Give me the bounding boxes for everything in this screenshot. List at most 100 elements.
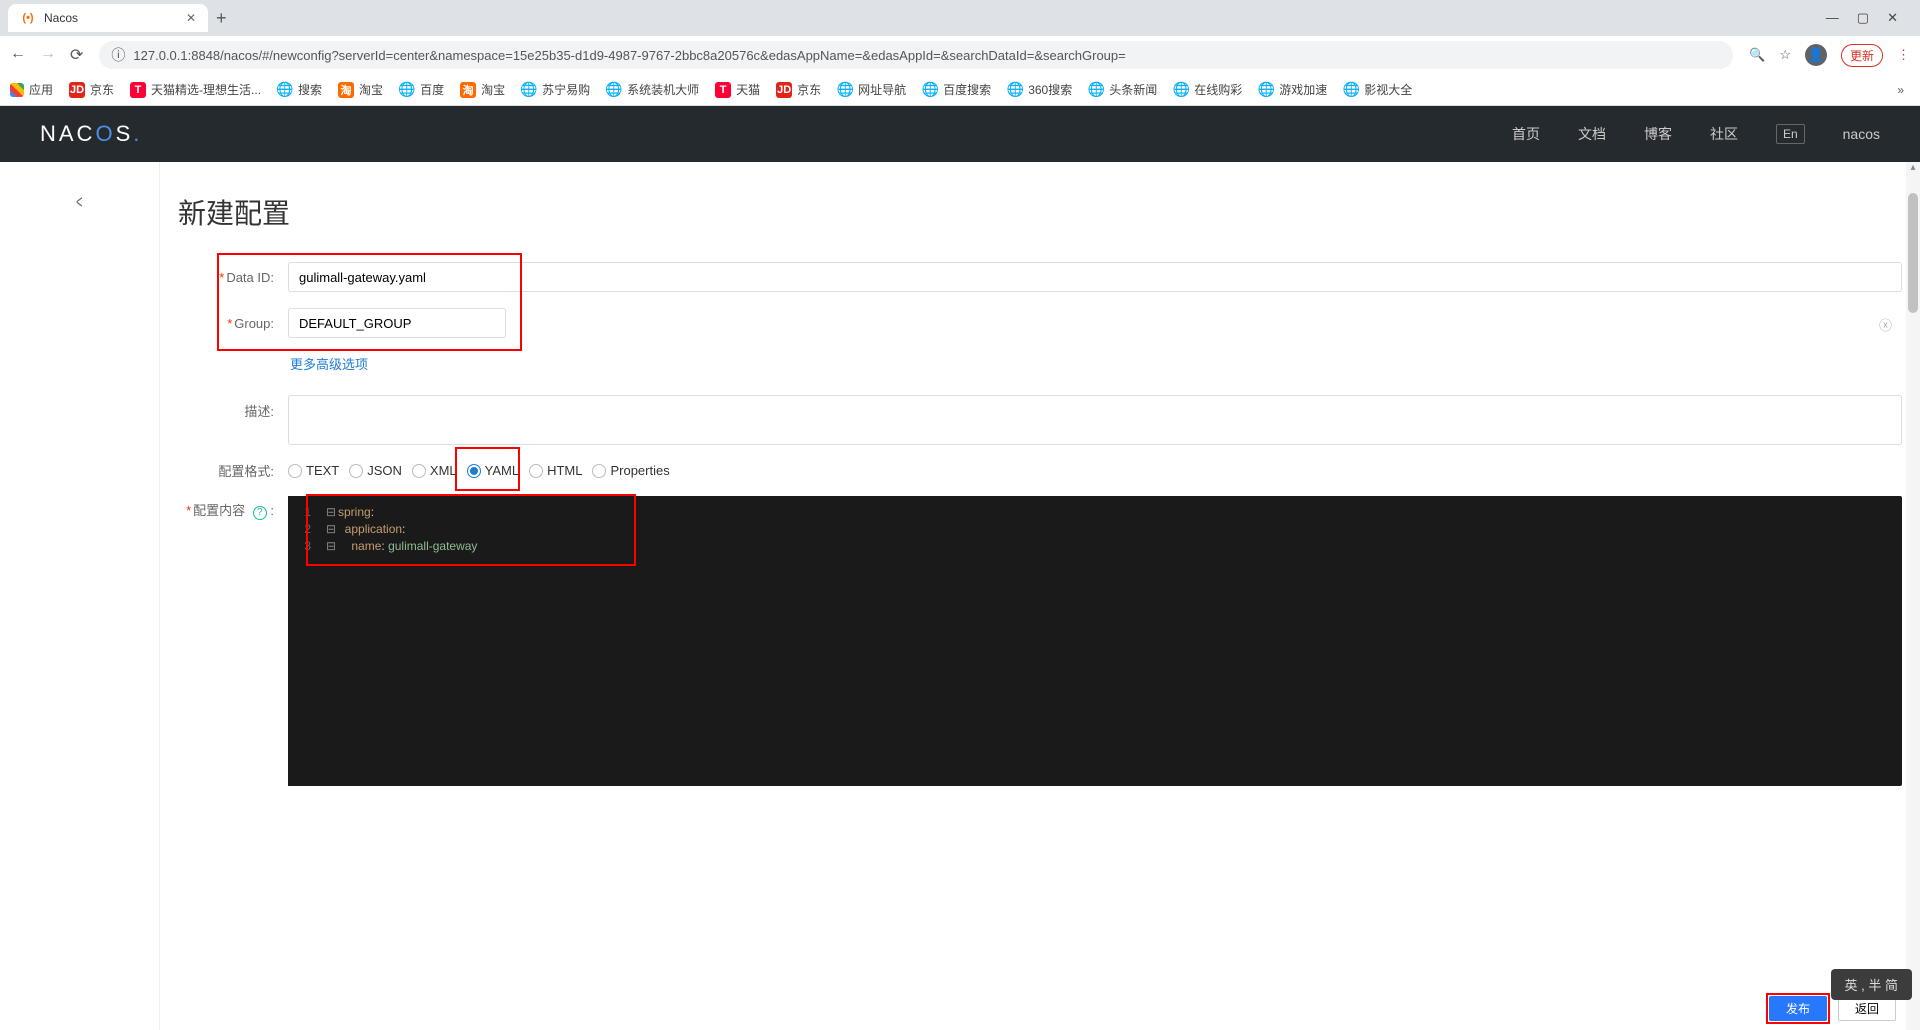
bookmark-item[interactable]: 🌐网址导航: [837, 81, 906, 98]
bookmark-item[interactable]: 🌐 百度: [399, 81, 444, 98]
bookmark-item[interactable]: JD京东: [776, 81, 821, 98]
bookmark-icon: T: [715, 82, 731, 98]
more-options-link[interactable]: 更多高级选项: [290, 354, 1902, 373]
bookmark-label: 应用: [29, 81, 53, 98]
browser-tab[interactable]: (•) Nacos ✕: [8, 4, 208, 32]
bookmark-label: 百度搜索: [943, 81, 991, 98]
bookmark-item[interactable]: 🌐 在线购彩: [1173, 81, 1242, 98]
nacos-logo[interactable]: NACOS.: [40, 121, 142, 147]
url-input[interactable]: ⓘ 127.0.0.1:8848/nacos/#/newconfig?serve…: [99, 41, 1733, 69]
format-radio-properties[interactable]: Properties: [592, 463, 669, 478]
radio-label: JSON: [367, 463, 402, 478]
radio-circle-icon: [592, 464, 606, 478]
group-label: Group:: [234, 316, 274, 331]
nav-docs[interactable]: 文档: [1578, 124, 1606, 144]
radio-circle-icon: [288, 464, 302, 478]
radio-label: HTML: [547, 463, 582, 478]
help-icon[interactable]: ?: [253, 506, 267, 520]
code-editor[interactable]: 123 ⊟spring:⊟ application:⊟ name: gulima…: [288, 496, 1902, 786]
radio-label: XML: [430, 463, 457, 478]
ime-indicator[interactable]: 英 , 半 简: [1831, 969, 1912, 1000]
back-icon[interactable]: ←: [10, 45, 26, 65]
browser-chrome: (•) Nacos ✕ + — ▢ ✕ ← → ⟳ ⓘ 127.0.0.1:88…: [0, 0, 1920, 106]
update-button[interactable]: 更新: [1841, 44, 1883, 67]
row-content: *配置内容 ? : 123 ⊟spring:⊟ application:⊟ na…: [178, 496, 1902, 786]
maximize-icon[interactable]: ▢: [1857, 10, 1869, 26]
bookmark-label: 游戏加速: [1279, 81, 1327, 98]
bookmark-icon: 🌐: [922, 82, 938, 98]
close-window-icon[interactable]: ✕: [1887, 10, 1898, 26]
nav-home[interactable]: 首页: [1512, 124, 1540, 144]
data-id-input[interactable]: [288, 262, 1902, 292]
radio-circle-icon: [467, 464, 481, 478]
minimize-icon[interactable]: —: [1826, 10, 1839, 26]
bookmark-item[interactable]: 🌐系统装机大师: [606, 81, 699, 98]
bookmark-label: 头条新闻: [1109, 81, 1157, 98]
bookmarks-overflow[interactable]: »: [1891, 83, 1910, 97]
bookmark-item[interactable]: 🌐 百度搜索: [922, 81, 991, 98]
radio-label: YAML: [485, 463, 519, 478]
editor-lines: ⊟spring:⊟ application:⊟ name: gulimall-g…: [316, 496, 1902, 786]
nav-user[interactable]: nacos: [1843, 126, 1880, 142]
format-radio-html[interactable]: HTML: [529, 463, 582, 478]
description-input[interactable]: [288, 395, 1902, 445]
row-group: *Group: ⓧ: [178, 308, 1902, 338]
chrome-menu-icon[interactable]: ⋮: [1897, 47, 1910, 63]
bookmark-icon: 🌐: [837, 82, 853, 98]
bookmark-item[interactable]: 🌐 游戏加速: [1258, 81, 1327, 98]
bookmark-item[interactable]: T 天猫: [715, 81, 760, 98]
bookmark-icon: 🌐: [1173, 82, 1189, 98]
search-icon[interactable]: 🔍: [1749, 47, 1765, 63]
bookmark-item[interactable]: 应用: [10, 81, 53, 98]
sidebar: <: [0, 162, 160, 1030]
bookmark-icon: JD: [776, 82, 792, 98]
bookmark-label: 在线购彩: [1194, 81, 1242, 98]
close-tab-icon[interactable]: ✕: [186, 11, 196, 25]
scrollbar[interactable]: ▴: [1906, 162, 1920, 1030]
bookmark-label: 360搜索: [1028, 81, 1072, 98]
nav-community[interactable]: 社区: [1710, 124, 1738, 144]
clear-group-icon[interactable]: ⓧ: [1879, 315, 1892, 334]
site-info-icon[interactable]: ⓘ: [111, 45, 125, 65]
app-body: < 新建配置 *Data ID: *Group: ⓧ 更多高级选项 描述:: [0, 162, 1920, 1030]
bookmark-star-icon[interactable]: ☆: [1779, 47, 1791, 63]
page-title: 新建配置: [178, 192, 1902, 232]
tab-title: Nacos: [44, 11, 78, 25]
bookmark-label: 天猫精选-理想生活...: [151, 81, 261, 98]
bookmark-item[interactable]: 🌐影视大全: [1343, 81, 1412, 98]
group-input[interactable]: [288, 308, 506, 338]
format-radio-xml[interactable]: XML: [412, 463, 457, 478]
forward-icon[interactable]: →: [40, 45, 56, 65]
bookmark-icon: [10, 83, 24, 97]
bookmark-item[interactable]: JD京东: [69, 81, 114, 98]
bookmark-label: 天猫: [736, 81, 760, 98]
bookmark-label: 百度: [420, 81, 444, 98]
bookmark-icon: 🌐: [399, 82, 415, 98]
bookmark-item[interactable]: T天猫精选-理想生活...: [130, 81, 261, 98]
format-label: 配置格式:: [218, 464, 274, 479]
format-radio-json[interactable]: JSON: [349, 463, 402, 478]
bookmark-item[interactable]: 🌐苏宁易购: [521, 81, 590, 98]
bookmark-item[interactable]: 🌐360搜索: [1007, 81, 1072, 98]
nav-blog[interactable]: 博客: [1644, 124, 1672, 144]
bookmark-item[interactable]: 淘淘宝: [338, 81, 383, 98]
bookmark-item[interactable]: 🌐头条新闻: [1088, 81, 1157, 98]
window-controls: — ▢ ✕: [1812, 10, 1912, 26]
bookmark-label: 京东: [90, 81, 114, 98]
profile-icon[interactable]: 👤: [1805, 44, 1827, 66]
lang-switch[interactable]: En: [1776, 124, 1805, 144]
publish-button[interactable]: 发布: [1769, 996, 1827, 1021]
radio-circle-icon: [412, 464, 426, 478]
bookmark-item[interactable]: 淘淘宝: [460, 81, 505, 98]
sidebar-collapse-icon[interactable]: <: [76, 192, 82, 213]
main-content: 新建配置 *Data ID: *Group: ⓧ 更多高级选项 描述: 配置格式: [160, 162, 1920, 1030]
new-tab-button[interactable]: +: [208, 4, 235, 33]
bookmark-icon: 🌐: [1258, 82, 1274, 98]
format-radio-yaml[interactable]: YAML: [467, 463, 519, 478]
bookmark-icon: 🌐: [1343, 82, 1359, 98]
bookmark-label: 淘宝: [481, 81, 505, 98]
format-radio-text[interactable]: TEXT: [288, 463, 339, 478]
nacos-header: NACOS. 首页 文档 博客 社区 En nacos: [0, 106, 1920, 162]
reload-icon[interactable]: ⟳: [70, 45, 83, 65]
bookmark-item[interactable]: 🌐搜索: [277, 81, 322, 98]
